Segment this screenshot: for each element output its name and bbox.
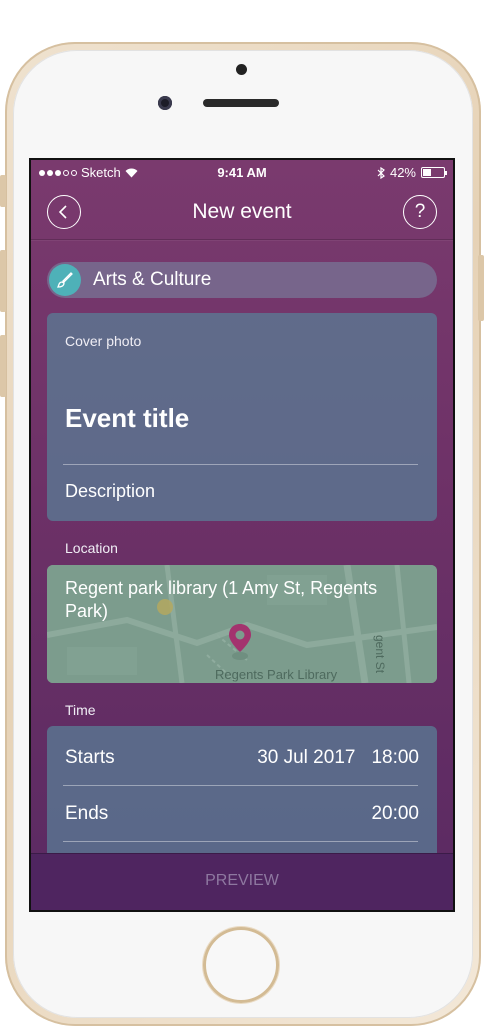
map-pin-icon xyxy=(229,624,251,660)
ends-label: Ends xyxy=(65,803,109,824)
time-section-label: Time xyxy=(65,702,96,718)
mute-switch xyxy=(0,175,6,207)
ends-time[interactable]: 20:00 xyxy=(371,803,419,825)
bottom-bar: PREVIEW xyxy=(31,853,453,910)
location-address: Regent park library (1 Amy St, Regents P… xyxy=(65,578,378,621)
status-right: 42% xyxy=(377,165,447,180)
brush-icon xyxy=(49,264,81,296)
app-screen: Sketch 9:41 AM 42% New event ? Arts & Cu… xyxy=(29,158,455,912)
category-selector[interactable]: Arts & Culture xyxy=(47,262,437,298)
category-label: Arts & Culture xyxy=(93,269,212,290)
status-bar: Sketch 9:41 AM 42% xyxy=(31,160,453,186)
map-poi-label: Regents Park Library xyxy=(215,667,338,682)
front-camera xyxy=(158,96,172,110)
ends-row[interactable]: Ends 20:00 xyxy=(65,803,419,825)
help-button[interactable]: ? xyxy=(403,195,437,229)
starts-date[interactable]: 30 Jul 2017 xyxy=(257,747,355,768)
starts-row[interactable]: Starts 30 Jul 2017 18:00 xyxy=(65,747,419,769)
divider xyxy=(63,785,418,786)
starts-time[interactable]: 18:00 xyxy=(371,747,419,768)
description-field[interactable]: Description xyxy=(65,481,155,502)
battery-icon xyxy=(421,167,447,178)
help-icon: ? xyxy=(414,201,426,222)
earpiece-speaker xyxy=(203,99,279,107)
proximity-sensor xyxy=(236,64,247,75)
cover-card: Cover photo Event title Description xyxy=(47,313,437,521)
divider xyxy=(63,464,418,465)
volume-up-button xyxy=(0,250,6,312)
starts-label: Starts xyxy=(65,747,115,768)
nav-bar: New event ? xyxy=(31,186,453,240)
cover-photo-button[interactable]: Cover photo xyxy=(65,333,141,349)
power-button xyxy=(478,255,484,321)
bluetooth-icon xyxy=(377,166,385,179)
location-section-label: Location xyxy=(65,540,118,556)
location-map[interactable]: Regent park library (1 Amy St, Regents P… xyxy=(47,565,437,683)
battery-fill xyxy=(423,169,431,176)
divider xyxy=(63,841,418,842)
preview-button[interactable]: PREVIEW xyxy=(31,872,453,890)
volume-down-button xyxy=(0,335,6,397)
page-title: New event xyxy=(192,200,292,223)
map-street-label: gent St xyxy=(373,635,387,674)
starts-value: 30 Jul 2017 18:00 xyxy=(257,747,419,769)
battery-percent: 42% xyxy=(389,165,416,180)
home-button[interactable] xyxy=(203,927,279,1003)
event-title-field[interactable]: Event title xyxy=(65,403,189,434)
